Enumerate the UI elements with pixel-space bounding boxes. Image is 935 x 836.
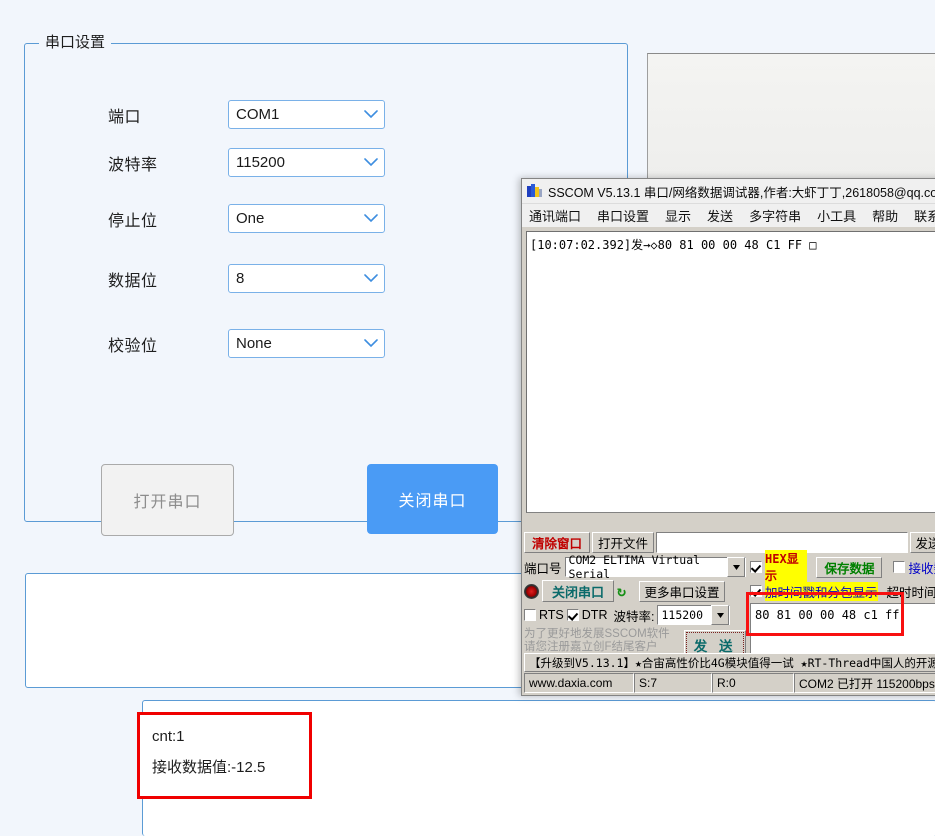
menu-item-multi-string[interactable]: 多字符串 [749,206,801,225]
menu-item-comm-port[interactable]: 通讯端口 [529,206,581,225]
port-status-led-icon [524,584,539,599]
menu-item-send[interactable]: 发送 [707,206,733,225]
label-stopbits: 停止位 [108,207,228,231]
clear-window-button[interactable]: 清除窗口 [524,532,590,553]
timestamp-checkbox[interactable] [750,585,762,597]
dtr-label: DTR [582,608,608,622]
menu-item-help[interactable]: 帮助 [872,206,898,225]
port-select[interactable]: COM2 ELTIMA Virtual Serial [565,557,746,577]
received-value-highlight: cnt:1 接收数据值:-12.5 [137,712,312,799]
chevron-down-icon [358,214,384,223]
sscom-ad-bar[interactable]: 【升级到V5.13.1】★合宙高性价比4G模块值得一试 ★RT-Thread中国… [524,653,935,672]
dtr-checkbox[interactable] [567,609,579,621]
recv-data-checkbox[interactable] [893,561,905,573]
combo-port[interactable]: COM1 [228,100,385,129]
status-port-state: COM2 已打开 115200bps [794,673,935,693]
sscom-port-controls: 端口号 COM2 ELTIMA Virtual Serial 关闭串口 ↻ 更多… [524,556,746,664]
recv-data-label: 接收数 [908,558,935,577]
form-row-databits: 数据位 8 [108,264,385,293]
chevron-down-icon [358,274,384,283]
sscom-status-bar: www.daxia.com S:7 R:0 COM2 已打开 115200bps [524,673,935,693]
baudrate-select-value: 115200 [661,608,703,622]
chevron-down-icon [358,110,384,119]
flow-control-row: RTS DTR 波特率: 115200 [524,604,746,626]
combo-stopbits[interactable]: One [228,204,385,233]
connection-row: 关闭串口 ↻ 更多串口设置 [524,580,746,602]
result-value-text: 接收数据值:-12.5 [152,756,309,777]
open-file-button[interactable]: 打开文件 [592,532,654,553]
combo-databits-value: 8 [236,270,358,287]
combo-parity-value: None [236,335,358,352]
register-note-line1: 为了更好地发展SSCOM软件 [524,628,675,641]
timestamp-label: 加时间戳和分包显示 [765,582,878,601]
close-port-button[interactable]: 关闭串口 [367,464,498,534]
port-selection-row: 端口号 COM2 ELTIMA Virtual Serial [524,556,746,578]
menu-item-contact-author[interactable]: 联系作者 [914,206,935,225]
menu-item-display[interactable]: 显示 [665,206,691,225]
label-baudrate: 波特率 [108,151,228,175]
status-site[interactable]: www.daxia.com [524,673,634,693]
sscom-log-textarea[interactable]: [10:07:02.392]发→◇80 81 00 00 48 C1 FF □ [526,231,935,513]
chevron-down-icon [358,158,384,167]
chevron-down-icon [358,339,384,348]
form-row-stopbits: 停止位 One [108,204,385,233]
sscom-titlebar[interactable]: SSCOM V5.13.1 串口/网络数据调试器,作者:大虾丁丁,2618058… [522,179,935,204]
baudrate-select[interactable]: 115200 [657,605,730,625]
hex-display-checkbox[interactable] [750,561,762,573]
sscom-file-toolbar: 清除窗口 打开文件 发送 [524,531,935,553]
refresh-icon[interactable]: ↻ [617,584,626,599]
sscom-window[interactable]: SSCOM V5.13.1 串口/网络数据调试器,作者:大虾丁丁,2618058… [521,178,935,696]
serial-settings-title: 串口设置 [39,33,111,53]
chevron-down-icon[interactable] [727,557,745,577]
port-select-value: COM2 ELTIMA Virtual Serial [569,553,727,581]
form-row-parity: 校验位 None [108,329,385,358]
preview-panel [647,53,935,183]
form-row-port: 端口 COM1 [108,100,385,129]
combo-baudrate-value: 115200 [236,154,358,171]
combo-port-value: COM1 [236,106,358,123]
form-row-baudrate: 波特率 115200 [108,148,385,177]
combo-databits[interactable]: 8 [228,264,385,293]
port-number-label: 端口号 [524,558,562,577]
menu-item-serial-settings[interactable]: 串口设置 [597,206,649,225]
timeout-label: 超时时间 [887,582,935,601]
more-settings-button[interactable]: 更多串口设置 [639,581,725,602]
label-port: 端口 [108,103,228,127]
rts-label: RTS [539,608,564,622]
chevron-down-icon[interactable] [711,605,729,625]
sscom-app-icon [526,183,543,199]
combo-baudrate[interactable]: 115200 [228,148,385,177]
combo-parity[interactable]: None [228,329,385,358]
menu-item-tools[interactable]: 小工具 [817,206,856,225]
label-databits: 数据位 [108,267,228,291]
rts-checkbox[interactable] [524,609,536,621]
sscom-close-port-button[interactable]: 关闭串口 [542,580,614,602]
hex-display-label: HEX显示 [765,550,807,584]
sscom-menubar: 通讯端口 串口设置 显示 发送 多字符串 小工具 帮助 联系作者 [522,204,935,227]
hex-options-row: HEX显示 保存数据 接收数 [750,556,935,578]
sscom-title-text: SSCOM V5.13.1 串口/网络数据调试器,作者:大虾丁丁,2618058… [548,182,935,201]
save-data-button[interactable]: 保存数据 [816,557,882,578]
timestamp-options-row: 加时间戳和分包显示 超时时间 [750,580,935,602]
open-port-button[interactable]: 打开串口 [101,464,234,536]
combo-stopbits-value: One [236,210,358,227]
label-parity: 校验位 [108,332,228,356]
result-count-text: cnt:1 [152,728,309,745]
status-sent-count: S:7 [634,673,712,693]
register-note: 为了更好地发展SSCOM软件 请您注册嘉立创F结尾客户 [524,628,675,654]
baudrate-label: 波特率: [613,606,654,625]
log-line: [10:07:02.392]发→◇80 81 00 00 48 C1 FF □ [530,236,935,253]
clear-window-label: 清除窗口 [532,533,582,552]
status-recv-count: R:0 [712,673,794,693]
hex-send-input[interactable]: 80 81 00 00 48 c1 ff [750,603,935,657]
send-file-button[interactable]: 发送 [910,532,935,553]
sscom-display-options: HEX显示 保存数据 接收数 加时间戳和分包显示 超时时间 80 81 00 0… [750,556,935,664]
save-data-label: 保存数据 [824,558,874,577]
